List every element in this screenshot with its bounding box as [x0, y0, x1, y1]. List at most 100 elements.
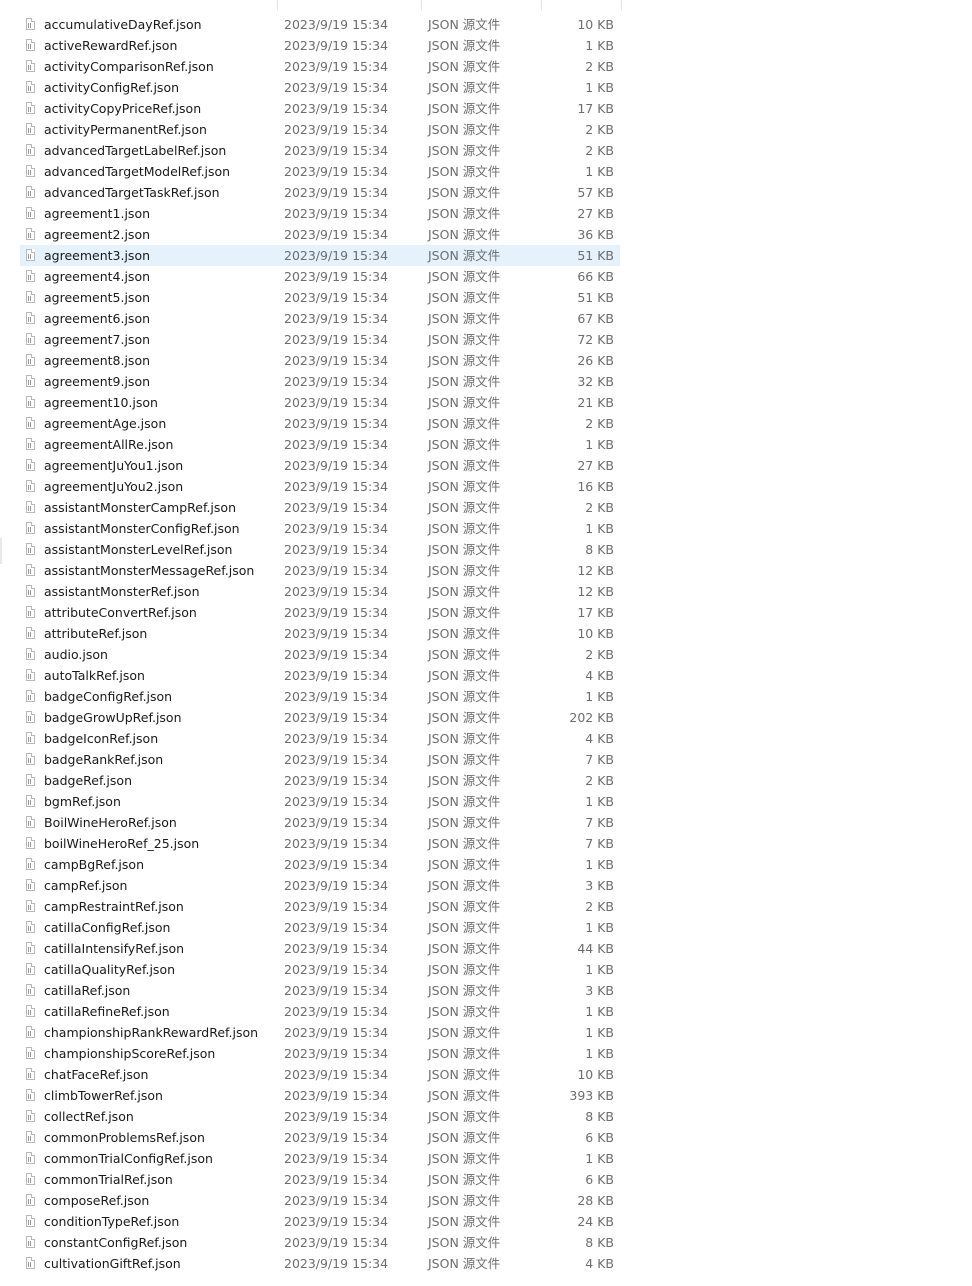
file-row[interactable]: activityConfigRef.json 2023/9/19 15:34 J… [20, 77, 620, 98]
file-row[interactable]: agreementAge.json 2023/9/19 15:34 JSON 源… [20, 413, 620, 434]
file-row[interactable]: agreement1.json 2023/9/19 15:34 JSON 源文件… [20, 203, 620, 224]
file-row[interactable]: agreementJuYou1.json 2023/9/19 15:34 JSO… [20, 455, 620, 476]
json-file-icon [26, 228, 35, 240]
file-row[interactable]: badgeConfigRef.json 2023/9/19 15:34 JSON… [20, 686, 620, 707]
file-row[interactable]: agreement7.json 2023/9/19 15:34 JSON 源文件… [20, 329, 620, 350]
file-type: JSON 源文件 [428, 815, 501, 830]
file-row[interactable]: collectRef.json 2023/9/19 15:34 JSON 源文件… [20, 1106, 620, 1127]
json-file-icon [26, 375, 35, 387]
file-row[interactable]: agreementAllRe.json 2023/9/19 15:34 JSON… [20, 434, 620, 455]
column-divider[interactable] [277, 0, 278, 10]
file-row[interactable]: championshipScoreRef.json 2023/9/19 15:3… [20, 1043, 620, 1064]
file-name: campRestraintRef.json [44, 899, 184, 914]
file-size: 16 KB [577, 479, 614, 494]
file-name: catillaConfigRef.json [44, 920, 171, 935]
navigation-pane-edge[interactable] [0, 538, 2, 564]
file-row[interactable]: cultivationGiftRef.json 2023/9/19 15:34 … [20, 1253, 620, 1274]
file-row[interactable]: audio.json 2023/9/19 15:34 JSON 源文件 2 KB [20, 644, 620, 665]
file-row[interactable]: badgeRef.json 2023/9/19 15:34 JSON 源文件 2… [20, 770, 620, 791]
file-row[interactable]: activeRewardRef.json 2023/9/19 15:34 JSO… [20, 35, 620, 56]
file-name: agreement3.json [44, 248, 151, 263]
file-row[interactable]: boilWineHeroRef_25.json 2023/9/19 15:34 … [20, 833, 620, 854]
file-row[interactable]: commonTrialRef.json 2023/9/19 15:34 JSON… [20, 1169, 620, 1190]
file-row[interactable]: climbTowerRef.json 2023/9/19 15:34 JSON … [20, 1085, 620, 1106]
file-type: JSON 源文件 [428, 17, 501, 32]
file-type: JSON 源文件 [428, 1172, 501, 1187]
file-row[interactable]: autoTalkRef.json 2023/9/19 15:34 JSON 源文… [20, 665, 620, 686]
file-type: JSON 源文件 [428, 857, 501, 872]
file-row[interactable]: assistantMonsterRef.json 2023/9/19 15:34… [20, 581, 620, 602]
file-size: 27 KB [577, 206, 614, 221]
file-row[interactable]: catillaRefineRef.json 2023/9/19 15:34 JS… [20, 1001, 620, 1022]
file-row[interactable]: agreement2.json 2023/9/19 15:34 JSON 源文件… [20, 224, 620, 245]
file-modified-date: 2023/9/19 15:34 [284, 1130, 389, 1145]
file-row[interactable]: commonProblemsRef.json 2023/9/19 15:34 J… [20, 1127, 620, 1148]
file-row[interactable]: agreementJuYou2.json 2023/9/19 15:34 JSO… [20, 476, 620, 497]
file-row[interactable]: catillaRef.json 2023/9/19 15:34 JSON 源文件… [20, 980, 620, 1001]
file-size: 3 KB [585, 983, 614, 998]
file-row[interactable]: attributeRef.json 2023/9/19 15:34 JSON 源… [20, 623, 620, 644]
file-row[interactable]: assistantMonsterMessageRef.json 2023/9/1… [20, 560, 620, 581]
json-file-icon [26, 312, 35, 324]
json-file-icon [26, 900, 35, 912]
column-divider[interactable] [621, 0, 622, 10]
file-row[interactable]: assistantMonsterConfigRef.json 2023/9/19… [20, 518, 620, 539]
file-row[interactable]: activityComparisonRef.json 2023/9/19 15:… [20, 56, 620, 77]
column-divider[interactable] [421, 0, 422, 10]
file-type: JSON 源文件 [428, 773, 501, 788]
file-row[interactable]: catillaQualityRef.json 2023/9/19 15:34 J… [20, 959, 620, 980]
json-file-icon [26, 963, 35, 975]
json-file-icon [26, 816, 35, 828]
file-row[interactable]: agreement8.json 2023/9/19 15:34 JSON 源文件… [20, 350, 620, 371]
file-row[interactable]: badgeGrowUpRef.json 2023/9/19 15:34 JSON… [20, 707, 620, 728]
file-row[interactable]: commonTrialConfigRef.json 2023/9/19 15:3… [20, 1148, 620, 1169]
file-row[interactable]: agreement9.json 2023/9/19 15:34 JSON 源文件… [20, 371, 620, 392]
file-row[interactable]: activityCopyPriceRef.json 2023/9/19 15:3… [20, 98, 620, 119]
file-row[interactable]: assistantMonsterCampRef.json 2023/9/19 1… [20, 497, 620, 518]
file-row[interactable]: championshipRankRewardRef.json 2023/9/19… [20, 1022, 620, 1043]
file-row[interactable]: agreement4.json 2023/9/19 15:34 JSON 源文件… [20, 266, 620, 287]
column-divider[interactable] [541, 0, 542, 10]
file-name: composeRef.json [44, 1193, 150, 1208]
file-row[interactable]: agreement3.json 2023/9/19 15:34 JSON 源文件… [20, 245, 620, 266]
file-name: agreement5.json [44, 290, 151, 305]
file-row[interactable]: badgeIconRef.json 2023/9/19 15:34 JSON 源… [20, 728, 620, 749]
file-row[interactable]: catillaConfigRef.json 2023/9/19 15:34 JS… [20, 917, 620, 938]
file-row[interactable]: agreement6.json 2023/9/19 15:34 JSON 源文件… [20, 308, 620, 329]
file-type: JSON 源文件 [428, 752, 501, 767]
file-row[interactable]: catillaIntensifyRef.json 2023/9/19 15:34… [20, 938, 620, 959]
file-type: JSON 源文件 [428, 521, 501, 536]
file-row[interactable]: advancedTargetLabelRef.json 2023/9/19 15… [20, 140, 620, 161]
json-file-icon [26, 60, 35, 72]
file-row[interactable]: accumulativeDayRef.json 2023/9/19 15:34 … [20, 14, 620, 35]
file-row[interactable]: advancedTargetModelRef.json 2023/9/19 15… [20, 161, 620, 182]
file-row[interactable]: conditionTypeRef.json 2023/9/19 15:34 JS… [20, 1211, 620, 1232]
file-size: 4 KB [585, 1256, 614, 1271]
file-row[interactable]: bgmRef.json 2023/9/19 15:34 JSON 源文件 1 K… [20, 791, 620, 812]
json-file-icon [26, 585, 35, 597]
file-name: advancedTargetModelRef.json [44, 164, 231, 179]
file-row[interactable]: campBgRef.json 2023/9/19 15:34 JSON 源文件 … [20, 854, 620, 875]
file-size: 393 KB [569, 1088, 614, 1103]
file-size: 1 KB [585, 962, 614, 977]
file-row[interactable]: composeRef.json 2023/9/19 15:34 JSON 源文件… [20, 1190, 620, 1211]
file-row[interactable]: advancedTargetTaskRef.json 2023/9/19 15:… [20, 182, 620, 203]
file-modified-date: 2023/9/19 15:34 [284, 752, 389, 767]
file-row[interactable]: badgeRankRef.json 2023/9/19 15:34 JSON 源… [20, 749, 620, 770]
file-row[interactable]: chatFaceRef.json 2023/9/19 15:34 JSON 源文… [20, 1064, 620, 1085]
file-name: assistantMonsterMessageRef.json [44, 563, 255, 578]
file-row[interactable]: agreement10.json 2023/9/19 15:34 JSON 源文… [20, 392, 620, 413]
file-row[interactable]: attributeConvertRef.json 2023/9/19 15:34… [20, 602, 620, 623]
file-type: JSON 源文件 [428, 311, 501, 326]
file-row[interactable]: agreement5.json 2023/9/19 15:34 JSON 源文件… [20, 287, 620, 308]
file-size: 12 KB [577, 563, 614, 578]
file-row[interactable]: BoilWineHeroRef.json 2023/9/19 15:34 JSO… [20, 812, 620, 833]
file-row[interactable]: constantConfigRef.json 2023/9/19 15:34 J… [20, 1232, 620, 1253]
file-row[interactable]: assistantMonsterLevelRef.json 2023/9/19 … [20, 539, 620, 560]
file-size: 1 KB [585, 38, 614, 53]
file-row[interactable]: activityPermanentRef.json 2023/9/19 15:3… [20, 119, 620, 140]
file-modified-date: 2023/9/19 15:34 [284, 1193, 389, 1208]
file-row[interactable]: campRestraintRef.json 2023/9/19 15:34 JS… [20, 896, 620, 917]
file-name: attributeRef.json [44, 626, 148, 641]
file-row[interactable]: campRef.json 2023/9/19 15:34 JSON 源文件 3 … [20, 875, 620, 896]
